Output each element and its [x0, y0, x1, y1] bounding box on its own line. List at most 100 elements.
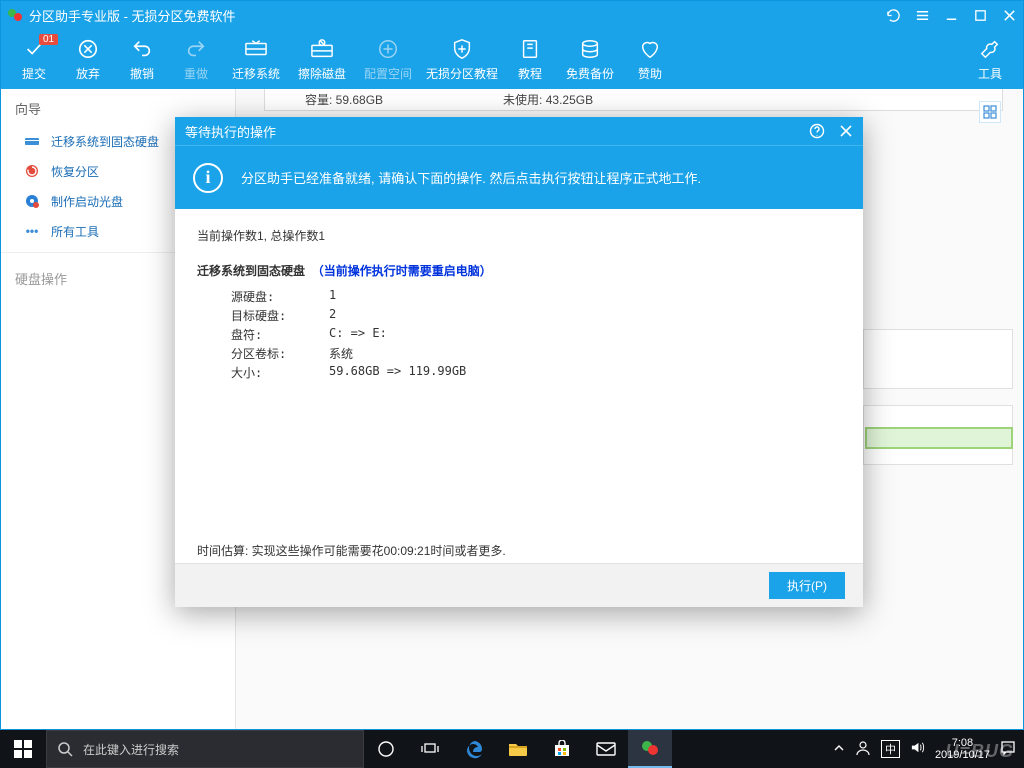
- undo-button[interactable]: 撤销: [115, 30, 169, 88]
- taskview-icon[interactable]: [408, 730, 452, 768]
- capacity-label: 容量: 59.68GB: [305, 91, 383, 108]
- undo-icon: [131, 37, 153, 61]
- help-icon[interactable]: [809, 123, 825, 139]
- op-title: 迁移系统到固态硬盘: [197, 264, 305, 278]
- op-row-label: 目标硬盘:: [231, 307, 329, 324]
- taskbar-clock[interactable]: 7:08 2019/10/17: [935, 737, 990, 761]
- op-row-label: 大小:: [231, 364, 329, 381]
- pending-ops-dialog: 等待执行的操作 i 分区助手已经准备就绪, 请确认下面的操作. 然后点击执行按钮…: [175, 117, 863, 607]
- window-title: 分区助手专业版 - 无损分区免费软件: [29, 6, 886, 25]
- wipe-icon: [309, 37, 335, 61]
- bg-panel: [863, 329, 1013, 389]
- migrate-icon: [243, 37, 269, 61]
- op-row-label: 分区卷标:: [231, 345, 329, 362]
- notifications-icon[interactable]: [1000, 740, 1016, 759]
- task-icons: [364, 730, 672, 768]
- op-row-value: 59.68GB => 119.99GB: [329, 364, 466, 381]
- dialog-titlebar: 等待执行的操作: [175, 117, 863, 145]
- free-label: 未使用: 43.25GB: [503, 91, 593, 108]
- dialog-title: 等待执行的操作: [185, 122, 276, 141]
- discard-icon: [77, 37, 99, 61]
- submit-button[interactable]: 01 提交: [7, 30, 61, 88]
- sidebar-item-label: 所有工具: [51, 223, 99, 240]
- op-summary: 当前操作数1, 总操作数1: [197, 227, 841, 244]
- shield-icon: [451, 37, 473, 61]
- mail-icon[interactable]: [584, 730, 628, 768]
- sidebar-item-label: 迁移系统到固态硬盘: [51, 133, 159, 150]
- op-row-label: 源硬盘:: [231, 288, 329, 305]
- dialog-footer: 执行(P): [175, 563, 863, 607]
- app-task-icon[interactable]: [628, 730, 672, 768]
- title-bar: 分区助手专业版 - 无损分区免费软件: [1, 1, 1023, 29]
- sidebar-item-label: 恢复分区: [51, 163, 99, 180]
- dialog-body: 当前操作数1, 总操作数1 迁移系统到固态硬盘 （当前操作执行时需要重启电脑） …: [175, 209, 863, 563]
- recover-icon: [23, 162, 41, 180]
- donate-button[interactable]: 赞助: [623, 30, 677, 88]
- op-heading: 迁移系统到固态硬盘 （当前操作执行时需要重启电脑）: [197, 262, 841, 279]
- time-text: 7:08: [935, 737, 990, 749]
- edge-icon[interactable]: [452, 730, 496, 768]
- system-tray: 中 7:08 2019/10/17: [825, 730, 1024, 768]
- disk-info-strip: 容量: 59.68GB 未使用: 43.25GB: [264, 89, 1003, 111]
- start-button[interactable]: [0, 730, 46, 768]
- bg-panel-highlight: [865, 427, 1013, 449]
- allocate-button: 配置空间: [355, 30, 421, 88]
- time-estimate: 时间估算: 实现这些操作可能需要花00:09:21时间或者更多.: [197, 542, 841, 559]
- heart-icon: [639, 37, 661, 61]
- banner-text: 分区助手已经准备就绪, 请确认下面的操作. 然后点击执行按钮让程序正式地工作.: [241, 168, 701, 187]
- book-icon: [519, 37, 541, 61]
- ime-indicator[interactable]: 中: [881, 740, 900, 758]
- execute-button[interactable]: 执行(P): [769, 572, 845, 599]
- toolbar: 01 提交 放弃 撤销 重做: [1, 29, 1023, 89]
- allocate-icon: [376, 37, 400, 61]
- migrate-button[interactable]: 迁移系统: [223, 30, 289, 88]
- search-placeholder: 在此键入进行搜索: [83, 741, 179, 758]
- app-window: 分区助手专业版 - 无损分区免费软件 01 提交: [0, 0, 1024, 730]
- wrench-icon: [979, 37, 1001, 61]
- cortana-icon[interactable]: [364, 730, 408, 768]
- maximize-icon[interactable]: [973, 8, 988, 23]
- discard-button[interactable]: 放弃: [61, 30, 115, 88]
- minimize-icon[interactable]: [944, 8, 959, 23]
- tools-button[interactable]: 工具: [963, 30, 1017, 88]
- dots-icon: •••: [23, 222, 41, 240]
- redo-button: 重做: [169, 30, 223, 88]
- sidebar-item-label: 制作启动光盘: [51, 193, 123, 210]
- op-row-label: 盘符:: [231, 326, 329, 343]
- refresh-icon[interactable]: [886, 8, 901, 23]
- date-text: 2019/10/17: [935, 749, 990, 761]
- op-row-value: C: => E:: [329, 326, 387, 343]
- wipe-button[interactable]: 擦除磁盘: [289, 30, 355, 88]
- menu-icon[interactable]: [915, 8, 930, 23]
- op-row-value: 2: [329, 307, 336, 324]
- taskbar-search[interactable]: 在此键入进行搜索: [46, 730, 364, 768]
- taskbar: 在此键入进行搜索 中: [0, 730, 1024, 768]
- volume-icon[interactable]: [910, 740, 925, 758]
- op-row: 分区卷标: 系统: [197, 344, 841, 363]
- tray-chevron-icon[interactable]: [833, 742, 845, 757]
- op-row-value: 系统: [329, 345, 353, 362]
- backup-button[interactable]: 免费备份: [557, 30, 623, 88]
- submit-badge: 01: [39, 34, 58, 45]
- lossless-button[interactable]: 无损分区教程: [421, 30, 503, 88]
- search-icon: [57, 741, 73, 757]
- tutorial-button[interactable]: 教程: [503, 30, 557, 88]
- disc-icon: [23, 192, 41, 210]
- backup-icon: [579, 37, 601, 61]
- info-icon: i: [193, 163, 223, 193]
- people-icon[interactable]: [855, 740, 871, 759]
- op-row: 源硬盘: 1: [197, 287, 841, 306]
- redo-icon: [185, 37, 207, 61]
- op-row: 大小: 59.68GB => 119.99GB: [197, 363, 841, 382]
- store-icon[interactable]: [540, 730, 584, 768]
- op-row-value: 1: [329, 288, 336, 305]
- dialog-close-icon[interactable]: [839, 124, 853, 138]
- dialog-banner: i 分区助手已经准备就绪, 请确认下面的操作. 然后点击执行按钮让程序正式地工作…: [175, 145, 863, 209]
- op-row: 目标硬盘: 2: [197, 306, 841, 325]
- app-logo-icon: [7, 7, 23, 23]
- op-row: 盘符: C: => E:: [197, 325, 841, 344]
- view-toggle-icon[interactable]: [979, 101, 1001, 123]
- close-icon[interactable]: [1002, 8, 1017, 23]
- op-warning: （当前操作执行时需要重启电脑）: [312, 264, 492, 278]
- explorer-icon[interactable]: [496, 730, 540, 768]
